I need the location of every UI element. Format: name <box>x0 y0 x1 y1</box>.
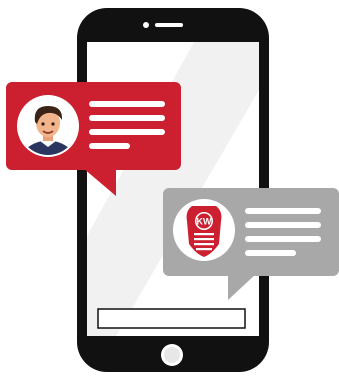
user-message-line <box>89 129 165 135</box>
user-message-line <box>89 101 165 107</box>
user-message-line <box>89 115 165 121</box>
home-button-inner <box>164 347 180 363</box>
illustration-canvas: KW <box>6 8 339 372</box>
camera-icon <box>143 22 149 28</box>
message-input-field[interactable] <box>97 308 246 329</box>
chat-illustration: KW <box>0 0 339 379</box>
kenworth-kw-logo-icon: KW <box>173 199 235 261</box>
speaker-icon <box>155 23 183 27</box>
brand-message-line <box>245 250 296 256</box>
logo-letters: KW <box>197 217 212 227</box>
user-message-line <box>89 143 130 149</box>
brand-message-line <box>245 208 321 214</box>
brand-message-line <box>245 222 321 228</box>
brand-message-line <box>245 236 321 242</box>
